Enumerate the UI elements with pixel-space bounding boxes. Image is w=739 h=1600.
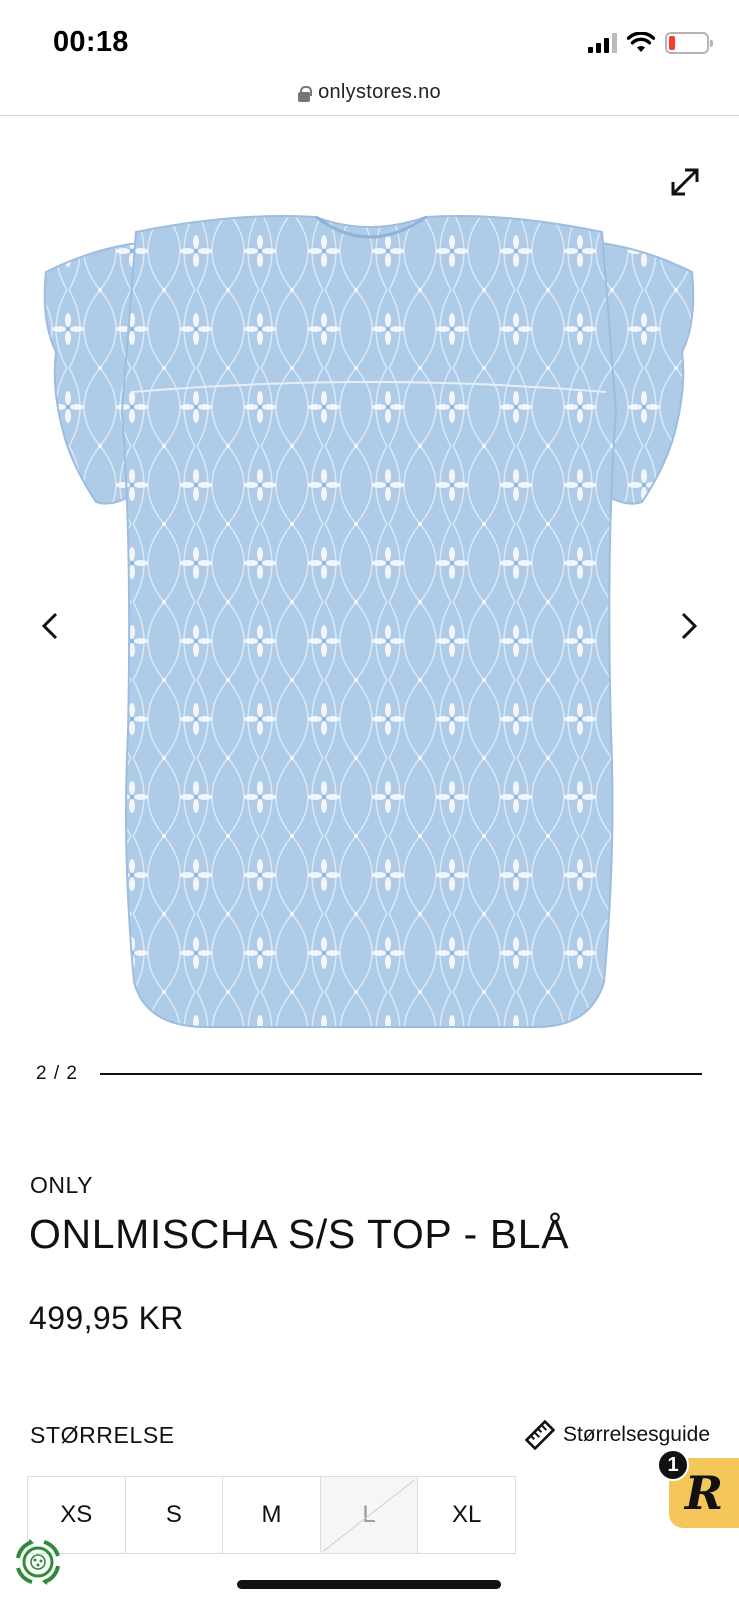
product-gallery[interactable] [0,118,739,1078]
size-option-m[interactable]: M [223,1477,321,1553]
pager-progress-bar [100,1073,702,1075]
status-icons [588,32,713,54]
status-bar: 00:18 [0,0,739,66]
product-brand: ONLY [30,1172,93,1198]
reviews-logo: R [684,1466,724,1520]
size-guide-label: Størrelsesguide [562,1423,710,1446]
address-bar[interactable]: onlystores.no [0,70,739,116]
url-text: onlystores.no [318,81,441,103]
size-label: STØRRELSE [30,1422,175,1448]
battery-level [669,36,675,50]
cellular-signal-icon [588,33,617,53]
lock-icon [298,85,313,102]
gallery-pager: 2 / 2 [36,1063,702,1084]
recycle-icon[interactable] [12,1536,64,1588]
expand-icon[interactable] [667,164,703,200]
size-guide-link[interactable]: Størrelsesguide [524,1420,710,1450]
status-time: 00:18 [53,26,129,58]
ruler-icon [524,1420,555,1450]
reviews-count-badge: 1 [657,1449,689,1481]
pager-count: 2 / 2 [36,1063,78,1084]
product-price: 499,95 KR [29,1300,184,1336]
size-selector: XS S M L XL [27,1476,516,1554]
home-indicator[interactable] [237,1580,501,1589]
size-option-xl[interactable]: XL [418,1477,515,1553]
product-title: ONLMISCHA S/S TOP - BLÅ [29,1211,570,1257]
size-option-l[interactable]: L [320,1477,419,1553]
battery-icon [665,32,713,54]
size-option-s[interactable]: S [125,1477,224,1553]
wifi-icon [627,32,655,52]
product-image [43,215,695,1028]
